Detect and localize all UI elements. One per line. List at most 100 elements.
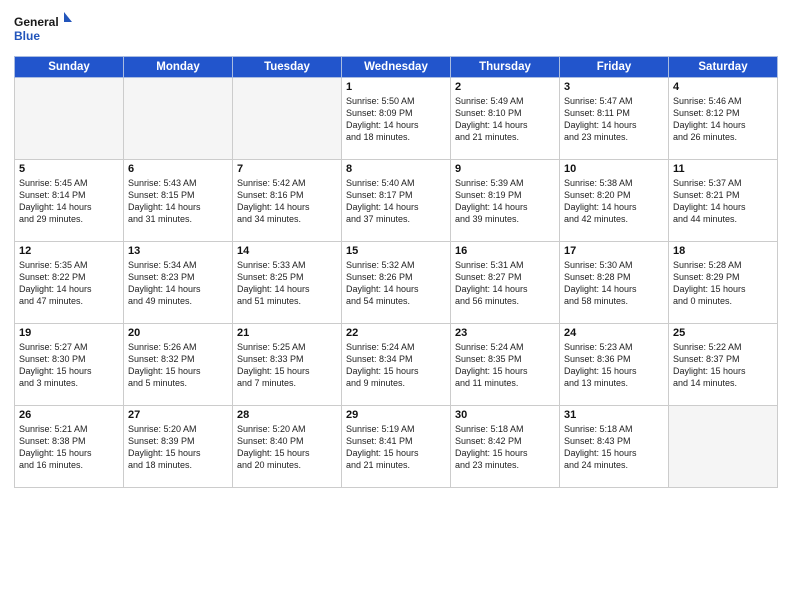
calendar-cell: 4 Sunrise: 5:46 AM Sunset: 8:12 PM Daylig… bbox=[669, 78, 778, 160]
day-number: 14 bbox=[237, 245, 337, 257]
cell-text: Sunrise: 5:31 AM Sunset: 8:27 PM Dayligh… bbox=[455, 259, 555, 308]
cell-text: Sunrise: 5:19 AM Sunset: 8:41 PM Dayligh… bbox=[346, 423, 446, 472]
calendar-header-saturday: Saturday bbox=[669, 57, 778, 78]
day-number: 6 bbox=[128, 163, 228, 175]
calendar-cell: 7 Sunrise: 5:42 AM Sunset: 8:16 PM Daylig… bbox=[233, 160, 342, 242]
cell-text: Sunrise: 5:24 AM Sunset: 8:35 PM Dayligh… bbox=[455, 341, 555, 390]
calendar-header-tuesday: Tuesday bbox=[233, 57, 342, 78]
calendar-cell: 20 Sunrise: 5:26 AM Sunset: 8:32 PM Dayli… bbox=[124, 324, 233, 406]
calendar-cell bbox=[669, 406, 778, 488]
day-number: 31 bbox=[564, 409, 664, 421]
svg-text:General: General bbox=[14, 15, 59, 29]
svg-text:Blue: Blue bbox=[14, 29, 40, 43]
calendar-cell bbox=[124, 78, 233, 160]
page: General Blue SundayMondayTuesdayWednesda… bbox=[0, 0, 792, 612]
day-number: 20 bbox=[128, 327, 228, 339]
cell-text: Sunrise: 5:20 AM Sunset: 8:39 PM Dayligh… bbox=[128, 423, 228, 472]
calendar-cell: 2Sunrise: 5:49 AM Sunset: 8:10 PM Daylig… bbox=[451, 78, 560, 160]
cell-text: Sunrise: 5:35 AM Sunset: 8:22 PM Dayligh… bbox=[19, 259, 119, 308]
calendar-cell: 19Sunrise: 5:27 AM Sunset: 8:30 PM Dayli… bbox=[15, 324, 124, 406]
calendar-week-3: 19Sunrise: 5:27 AM Sunset: 8:30 PM Dayli… bbox=[15, 324, 778, 406]
cell-text: Sunrise: 5:47 AM Sunset: 8:11 PM Dayligh… bbox=[564, 95, 664, 144]
cell-text: Sunrise: 5:33 AM Sunset: 8:25 PM Dayligh… bbox=[237, 259, 337, 308]
cell-text: Sunrise: 5:24 AM Sunset: 8:34 PM Dayligh… bbox=[346, 341, 446, 390]
day-number: 23 bbox=[455, 327, 555, 339]
day-number: 21 bbox=[237, 327, 337, 339]
cell-text: Sunrise: 5:30 AM Sunset: 8:28 PM Dayligh… bbox=[564, 259, 664, 308]
calendar-week-1: 5 Sunrise: 5:45 AM Sunset: 8:14 PM Daylig… bbox=[15, 160, 778, 242]
calendar-header-thursday: Thursday bbox=[451, 57, 560, 78]
day-number: 7 bbox=[237, 163, 337, 175]
calendar-cell: 28 Sunrise: 5:20 AM Sunset: 8:40 PM Dayli… bbox=[233, 406, 342, 488]
cell-text: Sunrise: 5:28 AM Sunset: 8:29 PM Dayligh… bbox=[673, 259, 773, 308]
day-number: 5 bbox=[19, 163, 119, 175]
calendar-cell: 3Sunrise: 5:47 AM Sunset: 8:11 PM Daylig… bbox=[560, 78, 669, 160]
cell-text: Sunrise: 5:22 AM Sunset: 8:37 PM Dayligh… bbox=[673, 341, 773, 390]
cell-text: Sunrise: 5:50 AM Sunset: 8:09 PM Dayligh… bbox=[346, 95, 446, 144]
day-number: 2 bbox=[455, 81, 555, 93]
calendar-cell: 13Sunrise: 5:34 AM Sunset: 8:23 PM Dayli… bbox=[124, 242, 233, 324]
calendar-cell: 30 Sunrise: 5:18 AM Sunset: 8:42 PM Dayli… bbox=[451, 406, 560, 488]
cell-text: Sunrise: 5:20 AM Sunset: 8:40 PM Dayligh… bbox=[237, 423, 337, 472]
day-number: 25 bbox=[673, 327, 773, 339]
calendar-cell: 16 Sunrise: 5:31 AM Sunset: 8:27 PM Dayli… bbox=[451, 242, 560, 324]
cell-text: Sunrise: 5:26 AM Sunset: 8:32 PM Dayligh… bbox=[128, 341, 228, 390]
cell-text: Sunrise: 5:40 AM Sunset: 8:17 PM Dayligh… bbox=[346, 177, 446, 226]
cell-text: Sunrise: 5:18 AM Sunset: 8:42 PM Dayligh… bbox=[455, 423, 555, 472]
day-number: 9 bbox=[455, 163, 555, 175]
calendar-cell: 1 Sunrise: 5:50 AM Sunset: 8:09 PM Daylig… bbox=[342, 78, 451, 160]
day-number: 10 bbox=[564, 163, 664, 175]
calendar-cell bbox=[233, 78, 342, 160]
day-number: 12 bbox=[19, 245, 119, 257]
logo: General Blue bbox=[14, 10, 74, 48]
calendar-cell: 11 Sunrise: 5:37 AM Sunset: 8:21 PM Dayli… bbox=[669, 160, 778, 242]
day-number: 8 bbox=[346, 163, 446, 175]
logo-svg: General Blue bbox=[14, 10, 74, 48]
day-number: 30 bbox=[455, 409, 555, 421]
calendar-cell: 10 Sunrise: 5:38 AM Sunset: 8:20 PM Dayli… bbox=[560, 160, 669, 242]
day-number: 16 bbox=[455, 245, 555, 257]
header: General Blue bbox=[14, 10, 778, 48]
cell-text: Sunrise: 5:32 AM Sunset: 8:26 PM Dayligh… bbox=[346, 259, 446, 308]
cell-text: Sunrise: 5:43 AM Sunset: 8:15 PM Dayligh… bbox=[128, 177, 228, 226]
calendar-cell bbox=[15, 78, 124, 160]
day-number: 13 bbox=[128, 245, 228, 257]
cell-text: Sunrise: 5:18 AM Sunset: 8:43 PM Dayligh… bbox=[564, 423, 664, 472]
day-number: 1 bbox=[346, 81, 446, 93]
calendar-cell: 27 Sunrise: 5:20 AM Sunset: 8:39 PM Dayli… bbox=[124, 406, 233, 488]
calendar-cell: 23 Sunrise: 5:24 AM Sunset: 8:35 PM Dayli… bbox=[451, 324, 560, 406]
day-number: 15 bbox=[346, 245, 446, 257]
calendar-header-friday: Friday bbox=[560, 57, 669, 78]
cell-text: Sunrise: 5:23 AM Sunset: 8:36 PM Dayligh… bbox=[564, 341, 664, 390]
calendar-header-sunday: Sunday bbox=[15, 57, 124, 78]
day-number: 28 bbox=[237, 409, 337, 421]
calendar-cell: 26Sunrise: 5:21 AM Sunset: 8:38 PM Dayli… bbox=[15, 406, 124, 488]
cell-text: Sunrise: 5:39 AM Sunset: 8:19 PM Dayligh… bbox=[455, 177, 555, 226]
calendar-cell: 18Sunrise: 5:28 AM Sunset: 8:29 PM Dayli… bbox=[669, 242, 778, 324]
cell-text: Sunrise: 5:42 AM Sunset: 8:16 PM Dayligh… bbox=[237, 177, 337, 226]
calendar-header-monday: Monday bbox=[124, 57, 233, 78]
calendar-cell: 12 Sunrise: 5:35 AM Sunset: 8:22 PM Dayli… bbox=[15, 242, 124, 324]
day-number: 19 bbox=[19, 327, 119, 339]
day-number: 11 bbox=[673, 163, 773, 175]
calendar-cell: 8 Sunrise: 5:40 AM Sunset: 8:17 PM Daylig… bbox=[342, 160, 451, 242]
calendar-week-4: 26Sunrise: 5:21 AM Sunset: 8:38 PM Dayli… bbox=[15, 406, 778, 488]
cell-text: Sunrise: 5:46 AM Sunset: 8:12 PM Dayligh… bbox=[673, 95, 773, 144]
calendar-cell: 25 Sunrise: 5:22 AM Sunset: 8:37 PM Dayli… bbox=[669, 324, 778, 406]
day-number: 4 bbox=[673, 81, 773, 93]
cell-text: Sunrise: 5:45 AM Sunset: 8:14 PM Dayligh… bbox=[19, 177, 119, 226]
calendar-cell: 6 Sunrise: 5:43 AM Sunset: 8:15 PM Daylig… bbox=[124, 160, 233, 242]
day-number: 24 bbox=[564, 327, 664, 339]
day-number: 26 bbox=[19, 409, 119, 421]
calendar-cell: 17 Sunrise: 5:30 AM Sunset: 8:28 PM Dayli… bbox=[560, 242, 669, 324]
calendar-cell: 29 Sunrise: 5:19 AM Sunset: 8:41 PM Dayli… bbox=[342, 406, 451, 488]
day-number: 29 bbox=[346, 409, 446, 421]
cell-text: Sunrise: 5:37 AM Sunset: 8:21 PM Dayligh… bbox=[673, 177, 773, 226]
day-number: 22 bbox=[346, 327, 446, 339]
cell-text: Sunrise: 5:38 AM Sunset: 8:20 PM Dayligh… bbox=[564, 177, 664, 226]
calendar: SundayMondayTuesdayWednesdayThursdayFrid… bbox=[14, 56, 778, 488]
day-number: 27 bbox=[128, 409, 228, 421]
day-number: 17 bbox=[564, 245, 664, 257]
calendar-cell: 31 Sunrise: 5:18 AM Sunset: 8:43 PM Dayli… bbox=[560, 406, 669, 488]
calendar-cell: 24 Sunrise: 5:23 AM Sunset: 8:36 PM Dayli… bbox=[560, 324, 669, 406]
